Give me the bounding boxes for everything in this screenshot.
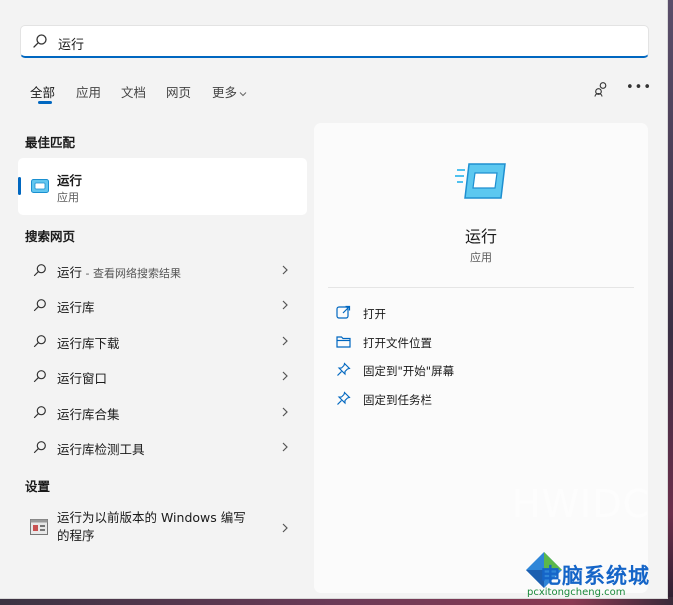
web-result-label: 运行窗口: [57, 371, 108, 386]
compatibility-icon: [30, 519, 48, 535]
action-label: 打开文件位置: [363, 336, 432, 350]
settings-result-item[interactable]: 运行为以前版本的 Windows 编写的程序: [18, 505, 307, 549]
web-result-label: 运行库检测工具: [57, 442, 145, 457]
tab-all[interactable]: 全部: [30, 82, 55, 101]
web-result-item[interactable]: 运行库下载: [18, 325, 307, 357]
run-app-icon: [31, 179, 49, 193]
search-icon: [33, 441, 46, 454]
watermark-site-name: 电脑系统城: [540, 564, 650, 588]
start-search-window: 运行 全部 应用 文档 网页 更多 ••• 最佳匹配 运行 应用 搜索网页 运行…: [0, 0, 668, 599]
selection-indicator: [18, 177, 21, 195]
tab-apps[interactable]: 应用: [76, 82, 101, 101]
detail-subtitle: 应用: [470, 251, 492, 264]
search-web-heading: 搜索网页: [25, 229, 76, 244]
action-label: 打开: [363, 307, 386, 321]
settings-heading: 设置: [25, 479, 51, 494]
search-icon: [33, 406, 46, 419]
web-result-item[interactable]: 运行 - 查看网络搜索结果: [18, 254, 307, 286]
chevron-right-icon: [282, 523, 288, 533]
detail-title: 运行: [464, 227, 497, 246]
chevron-right-icon: [282, 336, 288, 346]
folder-icon: [336, 336, 351, 348]
watermark-site-url: pcxitongcheng.com: [527, 587, 626, 598]
web-result-item[interactable]: 运行库: [18, 289, 307, 321]
web-result-label: 运行库合集: [57, 407, 120, 422]
chevron-right-icon: [282, 265, 288, 275]
pin-icon: [337, 391, 351, 405]
action-label: 固定到任务栏: [363, 393, 432, 407]
divider: [328, 287, 634, 288]
search-icon: [33, 264, 46, 277]
action-label: 固定到"开始"屏幕: [363, 364, 455, 378]
chevron-down-icon: [239, 91, 247, 96]
search-icon: [33, 299, 46, 312]
search-icon: [33, 34, 47, 48]
action-open-file-location[interactable]: 打开文件位置: [336, 330, 626, 354]
best-match-name: 运行: [57, 173, 83, 188]
chevron-right-icon: [282, 442, 288, 452]
web-result-item[interactable]: 运行库检测工具: [18, 431, 307, 463]
action-pin-to-taskbar[interactable]: 固定到任务栏: [336, 387, 626, 411]
best-match-item[interactable]: 运行 应用: [18, 158, 307, 215]
tab-documents[interactable]: 文档: [121, 82, 146, 101]
chevron-right-icon: [282, 371, 288, 381]
chevron-right-icon: [282, 300, 288, 310]
share-account-icon[interactable]: [593, 81, 609, 97]
active-tab-indicator: [38, 101, 52, 104]
search-icon: [33, 370, 46, 383]
web-result-item[interactable]: 运行库合集: [18, 396, 307, 428]
search-input[interactable]: 运行: [58, 34, 84, 53]
pin-icon: [337, 362, 351, 376]
web-result-label: 运行库下载: [57, 336, 120, 351]
tab-more[interactable]: 更多: [212, 82, 247, 101]
settings-result-label: 运行为以前版本的 Windows 编写的程序: [57, 510, 246, 543]
tab-web[interactable]: 网页: [166, 82, 191, 101]
web-result-item[interactable]: 运行窗口: [18, 360, 307, 392]
run-app-icon: [455, 163, 506, 199]
search-icon: [33, 335, 46, 348]
web-result-label: 运行库: [57, 300, 95, 315]
web-result-hint: - 查看网络搜索结果: [82, 267, 181, 280]
watermark-brand: HWIDC: [512, 482, 651, 526]
web-result-label: 运行: [57, 265, 83, 280]
search-box[interactable]: 运行: [20, 25, 649, 58]
action-pin-to-start[interactable]: 固定到"开始"屏幕: [336, 358, 626, 382]
chevron-right-icon: [282, 407, 288, 417]
best-match-type: 应用: [57, 191, 79, 204]
open-icon: [336, 305, 351, 319]
best-match-heading: 最佳匹配: [25, 135, 76, 150]
action-open[interactable]: 打开: [336, 301, 626, 325]
more-options-icon[interactable]: •••: [626, 80, 652, 95]
tab-more-label: 更多: [212, 85, 238, 100]
